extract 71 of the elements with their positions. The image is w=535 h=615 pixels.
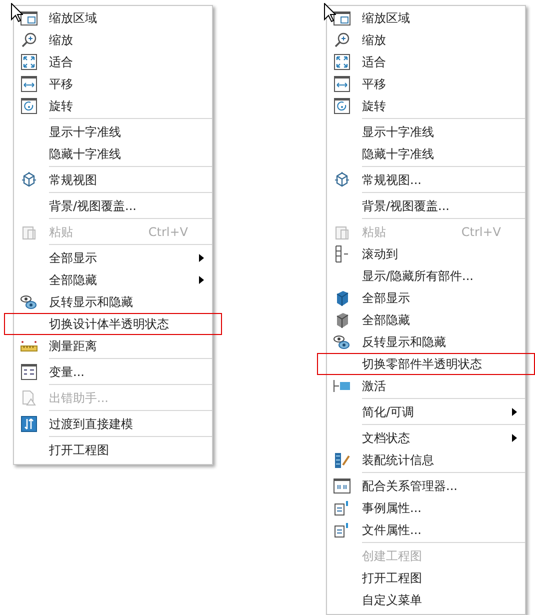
menu-item[interactable]: 常规视图	[49, 172, 212, 188]
menu-item[interactable]: 滚动到	[362, 246, 525, 262]
eyes-icon	[20, 294, 38, 310]
fit-icon	[334, 54, 350, 70]
menu-item[interactable]: 配合关系管理器...	[362, 478, 525, 494]
menu-item[interactable]: 隐藏十字准线	[362, 146, 525, 162]
menu-item[interactable]: 旋转	[362, 98, 525, 114]
properties-icon	[333, 522, 351, 538]
mates-icon	[333, 478, 351, 494]
menu-item[interactable]: 缩放区域	[362, 10, 525, 26]
pan-icon	[21, 76, 37, 92]
clipboard-icon	[334, 224, 350, 240]
tree-arrow-icon	[334, 245, 350, 263]
shortcut-text: Ctrl+V	[461, 225, 501, 239]
menu-item[interactable]: 平移	[49, 76, 212, 92]
menu-item[interactable]: 显示十字准线	[362, 124, 525, 140]
ruler-icon	[20, 339, 38, 353]
menu-item[interactable]: 自定义菜单	[362, 592, 525, 608]
pan-icon	[334, 76, 350, 92]
stats-icon	[333, 451, 351, 469]
menu-item[interactable]: 事例属性...	[362, 500, 525, 516]
clipboard-icon	[21, 224, 37, 240]
menu-item[interactable]: 过渡到直接建模	[49, 416, 212, 432]
menu-item[interactable]: 装配统计信息	[362, 452, 525, 468]
variables-icon	[21, 364, 37, 380]
menu-item[interactable]: 打开工程图	[362, 570, 525, 586]
menu-item[interactable]: 显示/隐藏所有部件...	[362, 268, 525, 284]
menu-item[interactable]: 切换设计体半透明状态	[49, 316, 212, 332]
menu-item[interactable]: 背景/视图覆盖...	[49, 198, 212, 214]
menu-item[interactable]: 平移	[362, 76, 525, 92]
magnifier-icon	[334, 32, 350, 48]
block-icon	[334, 311, 350, 329]
menu-item[interactable]: 缩放	[362, 32, 525, 48]
menu-item[interactable]: 旋转	[49, 98, 212, 114]
menu-item[interactable]: 反转显示和隐藏	[49, 294, 212, 310]
shortcut-text: Ctrl+V	[148, 225, 188, 239]
menu-item[interactable]: 显示十字准线	[49, 124, 212, 140]
fit-icon	[21, 54, 37, 70]
menu-item[interactable]: 全部显示	[362, 290, 525, 306]
zoom-area-icon	[333, 10, 351, 26]
eyes-icon	[333, 334, 351, 350]
properties-icon	[333, 500, 351, 516]
menu-item[interactable]: 全部隐藏	[362, 312, 525, 328]
menu-item[interactable]: 打开工程图	[49, 442, 212, 458]
menu-item[interactable]: 隐藏十字准线	[49, 146, 212, 162]
menu-item[interactable]: 变量...	[49, 364, 212, 380]
cube-icon	[333, 171, 351, 189]
arrows-up-down-icon	[21, 416, 37, 432]
menu-item[interactable]: 切换零部件半透明状态	[362, 356, 525, 372]
zoom-area-icon	[20, 10, 38, 26]
menu-item[interactable]: 适合	[362, 54, 525, 70]
document-warning-icon	[21, 390, 37, 406]
rotate-icon	[334, 98, 350, 114]
menu-item[interactable]: 测量距离	[49, 338, 212, 354]
block-icon	[334, 289, 350, 307]
menu-item[interactable]: 激活	[362, 378, 525, 394]
menu-item[interactable]: 常规视图...	[362, 172, 525, 188]
rotate-icon	[21, 98, 37, 114]
menu-item[interactable]: 缩放	[49, 32, 212, 48]
menu-item[interactable]: 反转显示和隐藏	[362, 334, 525, 350]
magnifier-icon	[21, 32, 37, 48]
menu-item[interactable]: 文件属性...	[362, 522, 525, 538]
menu-item[interactable]: 全部显示	[49, 250, 199, 266]
menu-item[interactable]: 简化/可调	[362, 404, 512, 420]
cube-icon	[20, 171, 38, 189]
menu-item[interactable]: 缩放区域	[49, 10, 212, 26]
menu-item[interactable]: 背景/视图覆盖...	[362, 198, 525, 214]
activate-icon	[333, 379, 351, 393]
menu-item[interactable]: 文档状态	[362, 430, 512, 446]
menu-item[interactable]: 适合	[49, 54, 212, 70]
menu-item[interactable]: 全部隐藏	[49, 272, 199, 288]
